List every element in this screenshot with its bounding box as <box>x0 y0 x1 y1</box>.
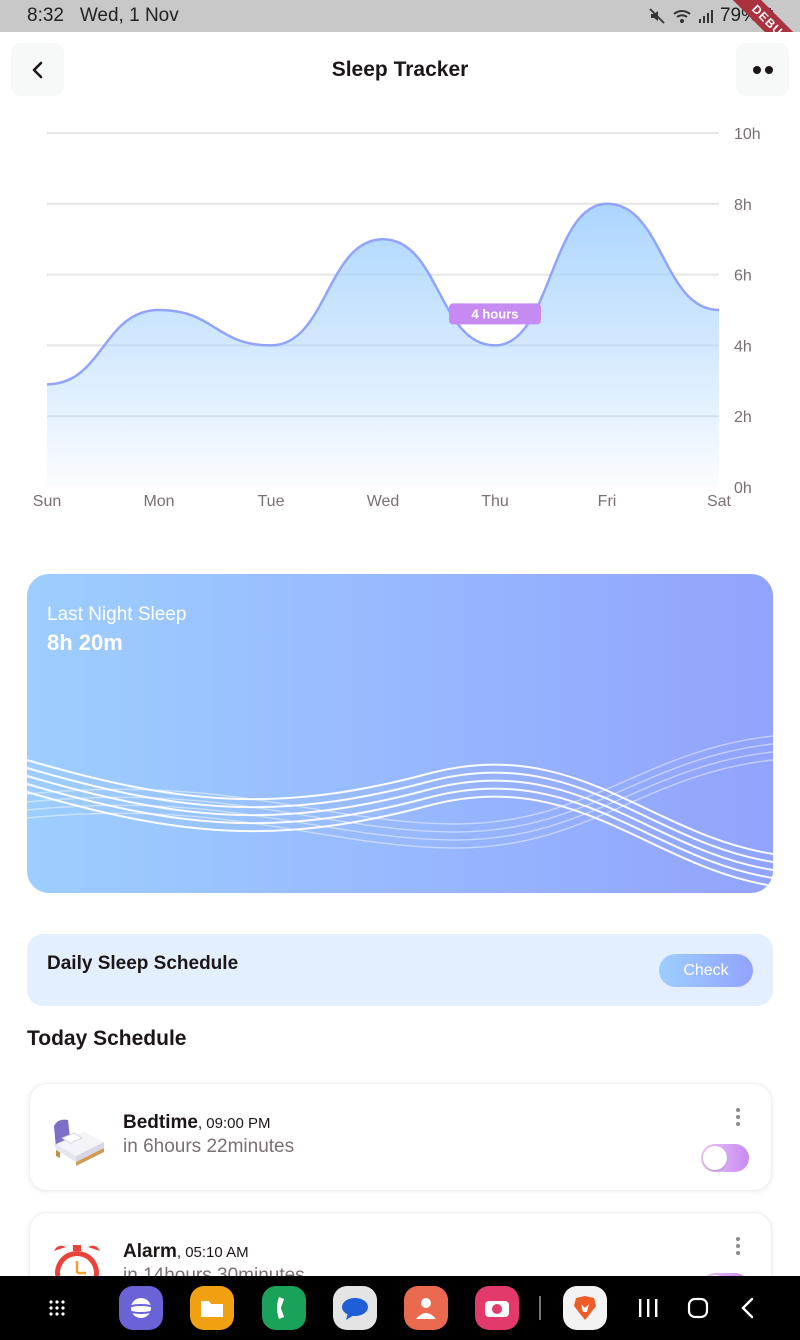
files-icon[interactable] <box>190 1286 234 1330</box>
bedtime-remaining: in 6hours 22minutes <box>123 1136 295 1157</box>
lion-shield-icon <box>574 1296 596 1320</box>
alarm-name: Alarm <box>123 1241 177 1262</box>
alarm-menu-button[interactable] <box>735 1237 741 1257</box>
bedtime-toggle[interactable] <box>701 1144 749 1172</box>
signal-icon <box>698 10 713 23</box>
x-tick-label: Mon <box>143 493 174 510</box>
bedtime-toggle-knob <box>703 1146 727 1170</box>
brave-icon[interactable] <box>563 1286 607 1330</box>
alarm-title: Alarm, 05:10 AM <box>123 1241 249 1263</box>
today-schedule-title: Today Schedule <box>27 1027 187 1050</box>
schedule-card-bedtime[interactable]: Bedtime, 09:00 PM in 6hours 22minutes <box>29 1083 772 1191</box>
y-tick-label: 10h <box>734 126 761 143</box>
chevron-left-nav-icon <box>741 1297 754 1319</box>
check-button[interactable]: Check <box>659 954 753 987</box>
y-tick-label: 4h <box>734 338 752 355</box>
phone-icon[interactable] <box>262 1286 306 1330</box>
y-tick-label: 8h <box>734 197 752 214</box>
three-bars-icon <box>639 1299 658 1317</box>
chart-tooltip: 4 hours <box>449 303 541 325</box>
chat-bubble-icon <box>342 1298 368 1320</box>
bedtime-time: , 09:00 PM <box>197 1115 271 1132</box>
home-icon[interactable] <box>676 1286 720 1330</box>
app-drawer-icon[interactable] <box>35 1286 79 1330</box>
status-date: Wed, 1 Nov <box>79 5 179 26</box>
y-tick-label: 0h <box>734 480 752 497</box>
rounded-square-icon <box>687 1297 709 1319</box>
status-time: 8:32 <box>27 5 64 26</box>
chart-area-fill <box>47 203 719 487</box>
status-time-date: 8:32 Wed, 1 Nov <box>27 5 179 27</box>
daily-schedule-title: Daily Sleep Schedule <box>47 953 239 974</box>
wifi-icon <box>673 10 691 23</box>
bedtime-name: Bedtime <box>123 1112 198 1133</box>
recents-icon[interactable] <box>626 1286 670 1330</box>
browser-icon[interactable] <box>119 1286 163 1330</box>
page-title: Sleep Tracker <box>331 58 469 81</box>
system-nav-bar <box>0 1276 800 1340</box>
status-bar: 8:32 Wed, 1 Nov 79% DEBUG <box>0 0 800 78</box>
y-tick-label: 2h <box>734 409 752 426</box>
last-night-label: Last Night Sleep <box>47 604 187 625</box>
last-night-sleep-card: Last Night Sleep 8h 20m <box>27 574 773 893</box>
sleep-chart: 0h 2h 4h 6h 8h 10h Sun Mon Tue Wed Thu Fri Sat 4 ho… <box>33 126 761 510</box>
mute-icon <box>649 8 665 24</box>
planet-icon <box>126 1298 156 1318</box>
camera-body-icon <box>485 1301 509 1317</box>
app-header: Sleep Tracker <box>0 32 800 110</box>
x-tick-label: Thu <box>481 493 509 510</box>
more-button[interactable] <box>736 43 789 96</box>
bedtime-menu-button[interactable] <box>735 1108 741 1128</box>
x-tick-label: Wed <box>367 493 400 510</box>
last-night-value: 8h 20m <box>47 630 123 655</box>
tooltip-label: 4 hours <box>472 306 519 321</box>
x-tick-label: Sat <box>707 493 732 510</box>
nav-divider <box>539 1296 541 1320</box>
more-dots-icon <box>752 65 773 74</box>
bed-icon <box>54 1119 104 1166</box>
bedtime-title: Bedtime, 09:00 PM <box>123 1112 271 1134</box>
grid-dots-icon <box>49 1300 65 1316</box>
x-tick-label: Sun <box>33 493 61 510</box>
daily-sleep-schedule: Daily Sleep Schedule Check <box>27 934 773 1006</box>
person-icon <box>416 1298 436 1319</box>
contacts-icon[interactable] <box>404 1286 448 1330</box>
messages-icon[interactable] <box>333 1286 377 1330</box>
x-tick-label: Fri <box>598 493 617 510</box>
x-tick-label: Tue <box>258 493 285 510</box>
handset-icon <box>277 1297 284 1319</box>
back-nav-icon[interactable] <box>726 1286 770 1330</box>
camera-icon[interactable] <box>475 1286 519 1330</box>
alarm-time: , 05:10 AM <box>176 1244 249 1261</box>
folder-icon <box>201 1301 223 1317</box>
y-tick-label: 6h <box>734 268 752 285</box>
